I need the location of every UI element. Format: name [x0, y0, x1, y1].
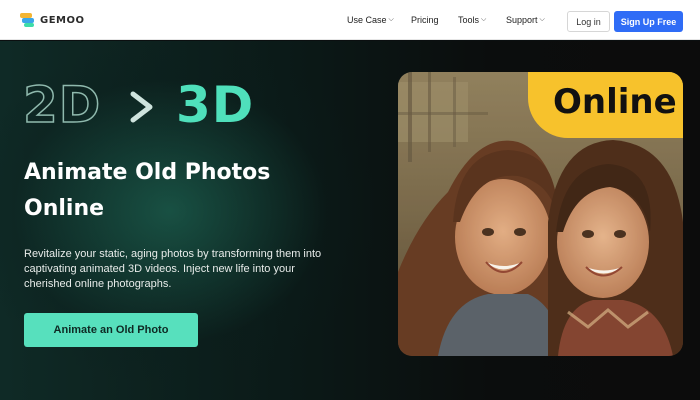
top-navigation-bar: GEMOO Use Case ⌵ Pricing Tools ⌵ Support… [0, 0, 700, 40]
nav-support[interactable]: Support ⌵ [506, 15, 545, 25]
hero-description: Revitalize your static, aging photos by … [24, 248, 322, 290]
page-title: Animate Old Photos Online [24, 155, 364, 227]
chevron-down-icon: ⌵ [388, 16, 394, 23]
chevron-down-icon: ⌵ [539, 16, 545, 23]
chevron-down-icon: ⌵ [481, 16, 487, 23]
2d-label: 2D [22, 76, 102, 134]
page-title-line-1: Animate Old Photos [24, 160, 271, 185]
nav-pricing[interactable]: Pricing [411, 15, 439, 25]
nav-pricing-label: Pricing [411, 15, 439, 25]
3d-label: 3D [176, 76, 255, 134]
login-button[interactable]: Log in [567, 11, 610, 32]
nav-use-case-label: Use Case [347, 15, 387, 25]
nav-tools-label: Tools [458, 15, 480, 25]
animate-old-photo-button[interactable]: Animate an Old Photo [24, 313, 198, 347]
chevron-right-icon [130, 91, 153, 123]
nav-support-label: Support [506, 15, 538, 25]
nav-tools[interactable]: Tools ⌵ [458, 15, 486, 25]
signup-button[interactable]: Sign Up Free [614, 11, 683, 32]
nav-use-case[interactable]: Use Case ⌵ [347, 15, 394, 25]
page-title-line-2: Online [24, 196, 105, 221]
online-badge-text: Online [553, 82, 677, 122]
